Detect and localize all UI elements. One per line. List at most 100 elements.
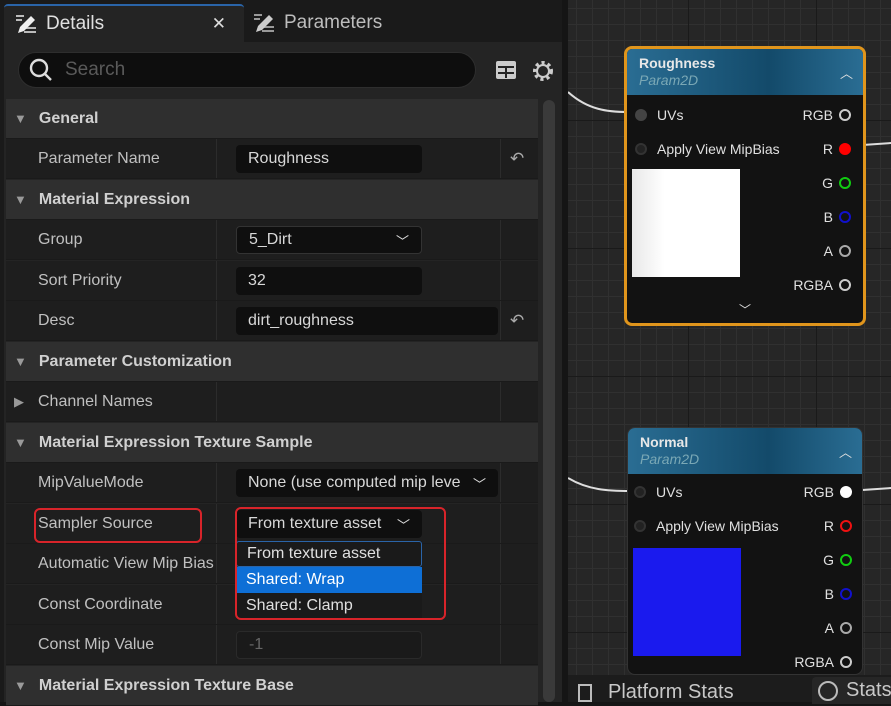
reset-to-default-icon[interactable]: ↶ — [510, 311, 524, 331]
property-label: Const Coordinate — [38, 595, 163, 613]
gear-icon[interactable] — [531, 59, 555, 83]
expand-triangle-icon[interactable]: ▼ — [14, 435, 27, 450]
tab-parameters[interactable]: Parameters — [252, 4, 382, 42]
collapse-icon[interactable]: ︿ — [839, 442, 852, 461]
property-label: Channel Names — [38, 392, 153, 410]
reset-to-default-icon[interactable]: ↶ — [510, 149, 524, 169]
pin-label: RGBA — [793, 277, 833, 293]
pin-label: A — [823, 243, 833, 259]
scrollbar[interactable] — [543, 100, 555, 702]
property-const-mip-value: Const Mip Value -1 — [6, 625, 538, 665]
pin-label: G — [823, 552, 834, 568]
node-subtitle: Param2D — [639, 72, 699, 88]
node-title: Normal — [640, 434, 689, 450]
search-placeholder: Search — [65, 59, 126, 80]
property-sort-priority: Sort Priority 32 — [6, 261, 538, 301]
property-label: Desc — [38, 311, 75, 329]
pin-label: B — [824, 586, 834, 602]
output-pin-a[interactable]: A — [825, 620, 852, 636]
details-panel: Details ✕ Parameters Search ▼ General Par… — [0, 0, 562, 706]
pin-label: R — [822, 141, 833, 157]
stats-icon — [818, 680, 838, 701]
output-pin-rgb[interactable]: RGB — [804, 484, 852, 500]
input-pin-uvs[interactable]: UVs — [635, 107, 683, 123]
const-mip-value-input: -1 — [236, 631, 422, 659]
output-pin-r[interactable]: R — [824, 518, 852, 534]
pin-label: RGB — [803, 484, 834, 500]
category-general[interactable]: ▼ General — [6, 99, 538, 139]
sort-priority-input[interactable]: 32 — [236, 267, 422, 295]
pin-label: G — [822, 175, 833, 191]
category-parameter-customization[interactable]: ▼ Parameter Customization — [6, 342, 538, 382]
mip-value-mode-value: None (use computed mip leve — [248, 474, 461, 491]
parameter-name-input[interactable]: Roughness — [236, 145, 422, 173]
input-pin-uvs[interactable]: UVs — [634, 484, 682, 500]
highlight-box — [235, 507, 446, 620]
group-value: 5_Dirt — [249, 231, 292, 248]
search-icon — [29, 58, 52, 81]
output-pin-b[interactable]: B — [824, 209, 851, 225]
expand-triangle-icon[interactable]: ▼ — [14, 192, 27, 207]
expand-triangle-icon[interactable]: ▼ — [14, 678, 27, 693]
category-label: General — [38, 109, 99, 127]
output-pin-g[interactable]: G — [823, 552, 852, 568]
tab-label: Parameters — [284, 12, 383, 33]
property-label: Const Mip Value — [38, 635, 155, 653]
node-roughness[interactable]: Roughness Param2D ︿ UVs Apply View MipBias… — [624, 46, 866, 326]
output-pin-rgba[interactable]: RGBA — [794, 654, 852, 670]
material-graph[interactable]: Roughness Param2D ︿ UVs Apply View MipBias… — [568, 0, 891, 675]
property-parameter-name: Parameter Name Roughness ↶ — [6, 139, 538, 179]
output-pin-rgb[interactable]: RGB — [803, 107, 851, 123]
tab-label: Stats — [846, 679, 891, 701]
node-subtitle: Param2D — [640, 451, 700, 467]
pin-label: RGBA — [794, 654, 834, 670]
node-normal[interactable]: Normal Param2D ︿ UVs Apply View MipBias RG… — [627, 427, 863, 675]
texture-preview — [632, 169, 740, 277]
output-pin-r[interactable]: R — [823, 141, 851, 157]
tab-platform-stats[interactable]: Platform Stats — [578, 681, 734, 704]
category-label: Material Expression Texture Base — [38, 676, 294, 694]
pin-label: A — [824, 620, 834, 636]
property-group: Group 5_Dirt ﹀ — [6, 220, 538, 260]
input-pin-apply-view-mipbias[interactable]: Apply View MipBias — [635, 141, 780, 157]
property-channel-names[interactable]: ▶ Channel Names — [6, 382, 538, 422]
pin-label: R — [823, 518, 834, 534]
chevron-down-icon: ﹀ — [395, 233, 409, 249]
property-label: Group — [38, 230, 83, 248]
expand-triangle-icon[interactable]: ▼ — [14, 354, 27, 369]
category-material-expression[interactable]: ▼ Material Expression — [6, 180, 538, 220]
mip-value-mode-combobox[interactable]: None (use computed mip leve ﹀ — [236, 469, 498, 497]
tab-stats[interactable]: Stats — [812, 677, 891, 704]
input-pin-apply-view-mipbias[interactable]: Apply View MipBias — [634, 518, 779, 534]
pin-label: UVs — [657, 107, 684, 123]
expand-icon[interactable]: ﹀ — [739, 301, 751, 318]
property-desc: Desc dirt_roughness ↶ — [6, 301, 538, 341]
expand-triangle-icon[interactable]: ▼ — [14, 111, 27, 126]
group-combobox[interactable]: 5_Dirt ﹀ — [236, 226, 422, 254]
output-pin-rgba[interactable]: RGBA — [793, 277, 851, 293]
collapse-icon[interactable]: ︿ — [840, 63, 853, 82]
pin-label: RGB — [802, 107, 833, 123]
pin-label: Apply View MipBias — [657, 141, 780, 157]
bar-chart-icon — [578, 683, 592, 702]
output-pin-g[interactable]: G — [822, 175, 851, 191]
pin-label: Apply View MipBias — [656, 518, 779, 534]
output-pin-b[interactable]: B — [825, 586, 852, 602]
close-icon[interactable]: ✕ — [212, 14, 226, 34]
chevron-down-icon: ﹀ — [472, 476, 486, 492]
category-label: Material Expression Texture Sample — [38, 433, 313, 451]
bottom-tabs: Platform Stats Stats — [568, 675, 891, 704]
search-input[interactable]: Search — [18, 52, 476, 88]
table-view-icon[interactable] — [495, 59, 517, 81]
category-texture-base[interactable]: ▼ Material Expression Texture Base — [6, 666, 538, 706]
property-label: Sort Priority — [38, 271, 122, 289]
property-label: Automatic View Mip Bias — [38, 554, 214, 572]
desc-input[interactable]: dirt_roughness — [236, 307, 498, 335]
property-mip-value-mode: MipValueMode None (use computed mip leve ﹀ — [6, 463, 538, 503]
parameters-icon — [254, 14, 274, 32]
output-pin-a[interactable]: A — [824, 243, 851, 259]
node-title: Roughness — [639, 55, 716, 71]
tab-details[interactable]: Details ✕ — [4, 4, 244, 42]
expand-arrow-icon[interactable]: ▶ — [14, 394, 24, 410]
category-texture-sample[interactable]: ▼ Material Expression Texture Sample — [6, 423, 538, 463]
